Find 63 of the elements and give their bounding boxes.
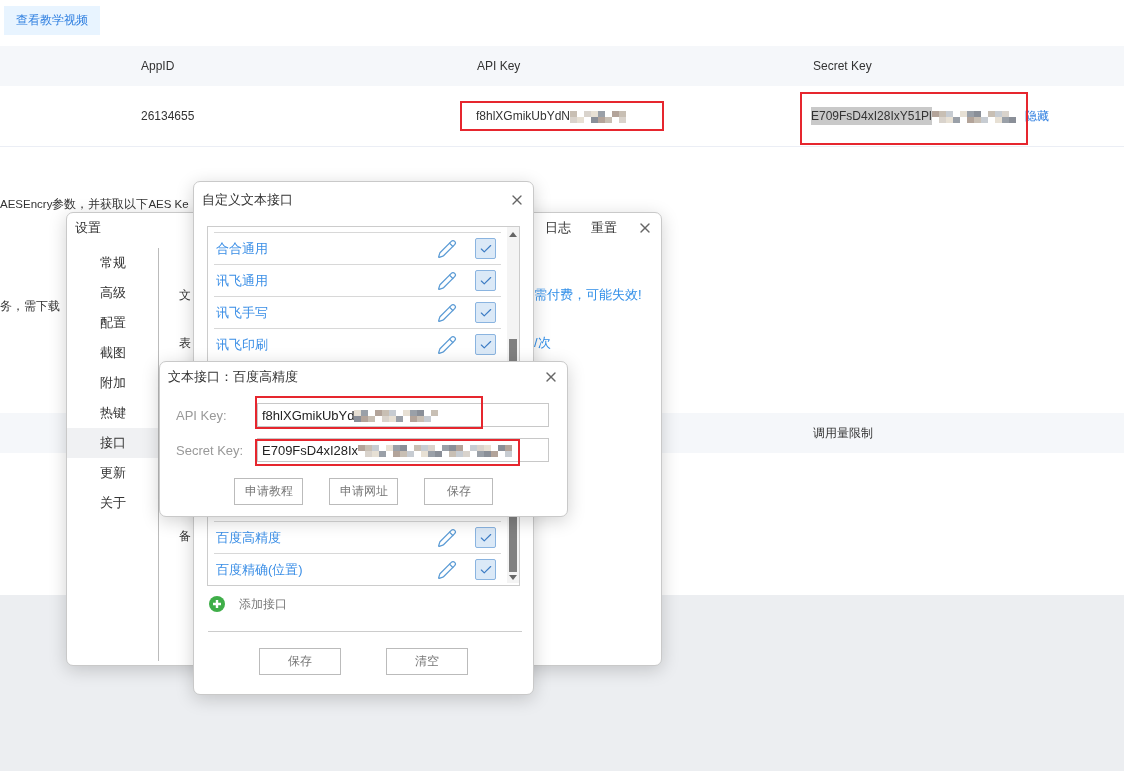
interface-row[interactable]: 合合通用	[214, 232, 501, 264]
checkbox[interactable]	[475, 238, 496, 259]
secret-key-cell: E709FsD4xI28IxY51Pl	[811, 107, 932, 125]
setting-label: 表	[179, 334, 191, 352]
sidebar-item[interactable]: 常规	[67, 248, 158, 278]
sidebar-item[interactable]: 高级	[67, 278, 158, 308]
window-title: 文本接口：百度高精度	[168, 368, 299, 386]
setting-label: 备	[179, 527, 191, 545]
window-title: 设置	[75, 219, 102, 237]
interface-name: 百度精确(位置)	[216, 560, 304, 579]
interface-row[interactable]: 讯飞手写	[214, 296, 501, 328]
app-id-cell-text: 26134655	[141, 108, 195, 125]
field-label: API Key:	[176, 407, 228, 423]
sidebar-item[interactable]: 截图	[67, 338, 158, 368]
interface-row[interactable]: 讯飞通用	[214, 264, 501, 296]
interface-name: 合合通用	[216, 239, 269, 258]
setting-note: /次	[534, 334, 551, 352]
field-label: Secret Key:	[176, 442, 245, 458]
interface-name: 讯飞通用	[216, 271, 269, 290]
column-header: 调用量限制	[813, 424, 873, 442]
dialog-button[interactable]: 申请网址	[329, 478, 398, 505]
interface-name: 讯飞印刷	[216, 335, 269, 354]
pencil-icon[interactable]	[437, 238, 457, 259]
sidebar-item[interactable]: 配置	[67, 308, 158, 338]
sidebar-item[interactable]: 附加	[67, 368, 158, 398]
interface-row[interactable]: 百度高精度	[214, 521, 501, 553]
sidebar-item[interactable]: 更新	[67, 458, 158, 488]
interface-row[interactable]: 讯飞印刷	[214, 328, 501, 360]
api-key-cell-text: f8hlXGmikUbYdN	[476, 108, 571, 125]
sidebar-item[interactable]: 关于	[67, 488, 158, 518]
interface-row[interactable]: 百度精确(位置)	[214, 553, 501, 585]
sidebar-item[interactable]: 热键	[67, 398, 158, 428]
header-action[interactable]: 重置	[591, 219, 617, 237]
pencil-icon[interactable]	[437, 559, 457, 580]
description-text: AESEncry参数，并获取以下AES Ke	[0, 197, 189, 212]
header-action[interactable]: 日志	[545, 219, 571, 237]
dialog-button[interactable]: 申请教程	[234, 478, 303, 505]
tutorial-video-button[interactable]: 查看教学视频	[4, 6, 100, 35]
checkbox[interactable]	[475, 559, 496, 580]
column-header: API Key	[477, 59, 521, 73]
window-title: 自定义文本接口	[202, 190, 294, 209]
dialog-button[interactable]: 保存	[259, 648, 341, 675]
interface-name: 百度高精度	[216, 528, 282, 547]
pencil-icon[interactable]	[437, 527, 457, 548]
description-text: 务，需下载	[0, 299, 60, 314]
checkbox[interactable]	[475, 527, 496, 548]
pencil-icon[interactable]	[437, 334, 457, 355]
sidebar-item[interactable]: 接口	[67, 428, 158, 458]
checkbox[interactable]	[475, 334, 496, 355]
interface-name: 讯飞手写	[216, 303, 269, 322]
dialog-button[interactable]: 保存	[424, 478, 493, 505]
checkbox[interactable]	[475, 270, 496, 291]
setting-note: 需付费，可能失效!	[534, 286, 642, 304]
pencil-icon[interactable]	[437, 270, 457, 291]
add-interface-link[interactable]: 添加接口	[239, 595, 287, 613]
dialog-button[interactable]: 清空	[386, 648, 468, 675]
add-icon[interactable]	[209, 596, 225, 612]
column-header: Secret Key	[813, 59, 872, 73]
checkbox[interactable]	[475, 302, 496, 323]
column-header: AppID	[141, 59, 175, 73]
pixelation-drawing	[570, 109, 627, 123]
setting-label: 文	[179, 286, 191, 304]
pencil-icon[interactable]	[437, 302, 457, 323]
